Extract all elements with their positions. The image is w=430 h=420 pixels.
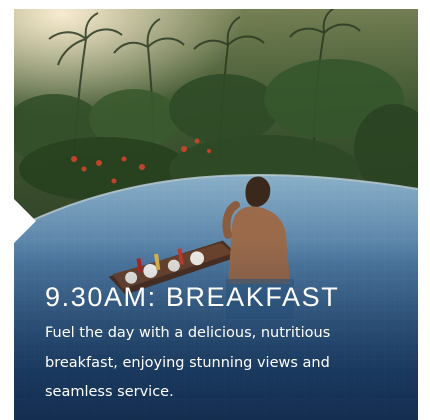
experience-card[interactable]: 9.30AM: BREAKFAST Fuel the day with a de…	[14, 9, 418, 420]
card-caption: 9.30AM: BREAKFAST Fuel the day with a de…	[45, 281, 390, 408]
left-pointer-arrow-icon	[14, 199, 36, 243]
card-title: 9.30AM: BREAKFAST	[45, 282, 340, 312]
page: 9.30AM: BREAKFAST Fuel the day with a de…	[0, 0, 430, 420]
card-description: Fuel the day with a delicious, nutritiou…	[45, 325, 331, 400]
